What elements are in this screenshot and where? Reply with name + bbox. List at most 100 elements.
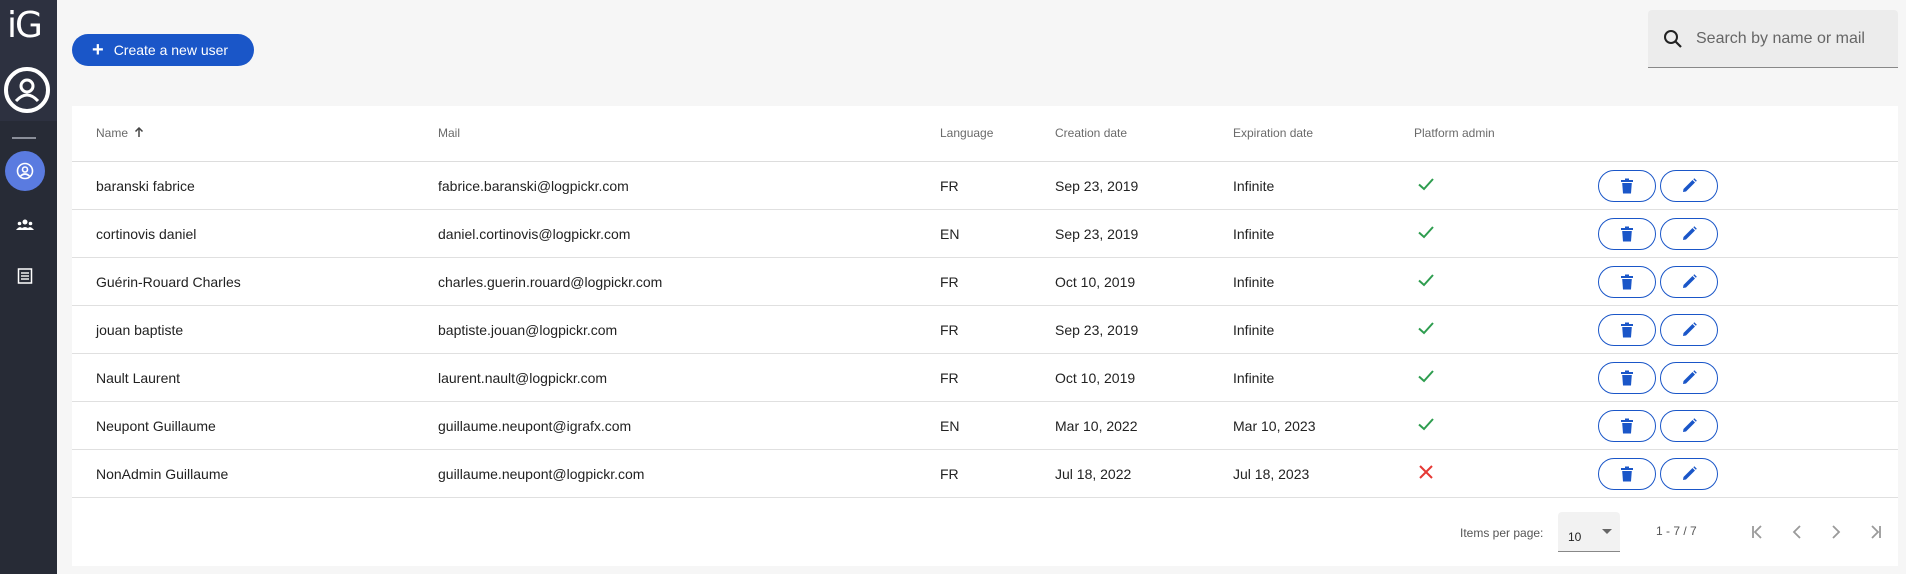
cell-name: Nault Laurent: [96, 370, 181, 386]
create-user-button[interactable]: + Create a new user: [72, 34, 254, 66]
table-row: cortinovis daniel daniel.cortinovis@logpi…: [72, 210, 1898, 258]
page-range-label: 1 - 7 / 7: [1656, 524, 1697, 538]
pencil-icon: [1683, 274, 1697, 288]
edit-user-button[interactable]: [1660, 218, 1718, 250]
edit-user-button[interactable]: [1660, 410, 1718, 442]
cell-expiration-date: Infinite: [1233, 178, 1275, 194]
edit-user-button[interactable]: [1660, 362, 1718, 394]
table-row: jouan baptiste baptiste.jouan@logpickr.co…: [72, 306, 1898, 354]
app-logo[interactable]: iG: [7, 6, 43, 46]
cell-language: EN: [940, 226, 960, 242]
sidebar-header: iG: [0, 0, 57, 121]
pencil-icon: [1683, 466, 1697, 480]
admin-check-icon: [1416, 366, 1436, 386]
cell-mail: charles.guerin.rouard@logpickr.com: [438, 274, 663, 290]
cell-creation-date: Mar 10, 2022: [1055, 418, 1138, 434]
cell-creation-date: Oct 10, 2019: [1055, 370, 1136, 386]
table-row: Nault Laurent laurent.nault@logpickr.com F…: [72, 354, 1898, 402]
search-field[interactable]: [1648, 10, 1898, 68]
chevron-right-icon: [1832, 525, 1841, 539]
trash-icon: [1621, 418, 1633, 434]
sidebar-divider: [12, 137, 36, 139]
cell-language: FR: [940, 370, 959, 386]
delete-user-button[interactable]: [1598, 218, 1656, 250]
users-table: Name Mail Language Creation date Expirat…: [72, 106, 1898, 566]
header-name[interactable]: Name: [96, 126, 145, 140]
cell-mail: daniel.cortinovis@logpickr.com: [438, 226, 631, 242]
items-per-page-select[interactable]: 10: [1558, 512, 1620, 552]
group-icon: [16, 219, 34, 230]
cell-creation-date: Jul 18, 2022: [1055, 466, 1132, 482]
last-page-icon: [1871, 525, 1881, 539]
cell-creation-date: Oct 10, 2019: [1055, 274, 1136, 290]
search-input[interactable]: [1696, 29, 1886, 48]
create-user-label: Create a new user: [113, 42, 229, 58]
header-expiration-date: Expiration date: [1233, 126, 1314, 140]
trash-icon: [1621, 466, 1633, 482]
sidebar-item-list[interactable]: [0, 256, 50, 296]
cell-expiration-date: Infinite: [1233, 274, 1275, 290]
cell-name: cortinovis daniel: [96, 226, 197, 242]
delete-user-button[interactable]: [1598, 410, 1656, 442]
items-per-page-label: Items per page:: [1460, 526, 1544, 540]
trash-icon: [1621, 322, 1633, 338]
next-page-button[interactable]: [1824, 520, 1848, 544]
cell-name: baranski fabrice: [96, 178, 195, 194]
trash-icon: [1621, 178, 1633, 194]
list-icon: [17, 268, 33, 284]
delete-user-button[interactable]: [1598, 266, 1656, 298]
sort-ascending-icon: [135, 126, 144, 137]
cell-mail: laurent.nault@logpickr.com: [438, 370, 608, 386]
cell-expiration-date: Infinite: [1233, 226, 1275, 242]
cell-name: NonAdmin Guillaume: [96, 466, 229, 482]
pencil-icon: [1683, 178, 1697, 192]
plus-icon: +: [92, 39, 104, 61]
table-row: baranski fabrice fabrice.baranski@logpick…: [72, 162, 1898, 210]
previous-page-button[interactable]: [1785, 520, 1809, 544]
cell-mail: guillaume.neupont@logpickr.com: [438, 466, 645, 482]
cell-mail: baptiste.jouan@logpickr.com: [438, 322, 618, 338]
admin-check-icon: [1416, 414, 1436, 434]
pencil-icon: [1683, 418, 1697, 432]
delete-user-button[interactable]: [1598, 170, 1656, 202]
header-mail: Mail: [438, 126, 461, 140]
pencil-icon: [1683, 226, 1697, 240]
cell-expiration-date: Jul 18, 2023: [1233, 466, 1310, 482]
profile-avatar-icon[interactable]: [4, 67, 50, 113]
sidebar-item-users[interactable]: [0, 151, 50, 191]
sidebar: iG: [0, 0, 57, 574]
edit-user-button[interactable]: [1660, 314, 1718, 346]
cell-language: FR: [940, 178, 959, 194]
cell-name: Guérin-Rouard Charles: [96, 274, 241, 290]
edit-user-button[interactable]: [1660, 170, 1718, 202]
cell-expiration-date: Mar 10, 2023: [1233, 418, 1316, 434]
first-page-button[interactable]: [1746, 520, 1770, 544]
cell-creation-date: Sep 23, 2019: [1055, 322, 1139, 338]
delete-user-button[interactable]: [1598, 314, 1656, 346]
cell-language: FR: [940, 322, 959, 338]
cell-expiration-date: Infinite: [1233, 370, 1275, 386]
cell-name: jouan baptiste: [96, 322, 184, 338]
edit-user-button[interactable]: [1660, 458, 1718, 490]
table-row: NonAdmin Guillaume guillaume.neupont@logp…: [72, 450, 1898, 498]
cell-language: EN: [940, 418, 960, 434]
last-page-button[interactable]: [1863, 520, 1887, 544]
admin-check-icon: [1416, 222, 1436, 242]
cell-mail: fabrice.baranski@logpickr.com: [438, 178, 629, 194]
cell-language: FR: [940, 466, 959, 482]
header-creation-date: Creation date: [1055, 126, 1128, 140]
table-row: Neupont Guillaume guillaume.neupont@igraf…: [72, 402, 1898, 450]
table-header: Name Mail Language Creation date Expirat…: [72, 106, 1898, 162]
dropdown-arrow-icon: [1602, 529, 1612, 534]
cell-creation-date: Sep 23, 2019: [1055, 226, 1139, 242]
delete-user-button[interactable]: [1598, 362, 1656, 394]
pencil-icon: [1683, 370, 1697, 384]
admin-cross-icon: [1416, 462, 1436, 482]
edit-user-button[interactable]: [1660, 266, 1718, 298]
table-row: Guérin-Rouard Charles charles.guerin.roua…: [72, 258, 1898, 306]
header-platform-admin: Platform admin: [1414, 126, 1495, 140]
sidebar-item-groups[interactable]: [0, 205, 50, 245]
delete-user-button[interactable]: [1598, 458, 1656, 490]
paginator: Items per page: 10 1 - 7 / 7: [72, 504, 1898, 560]
search-icon: [1664, 29, 1682, 48]
